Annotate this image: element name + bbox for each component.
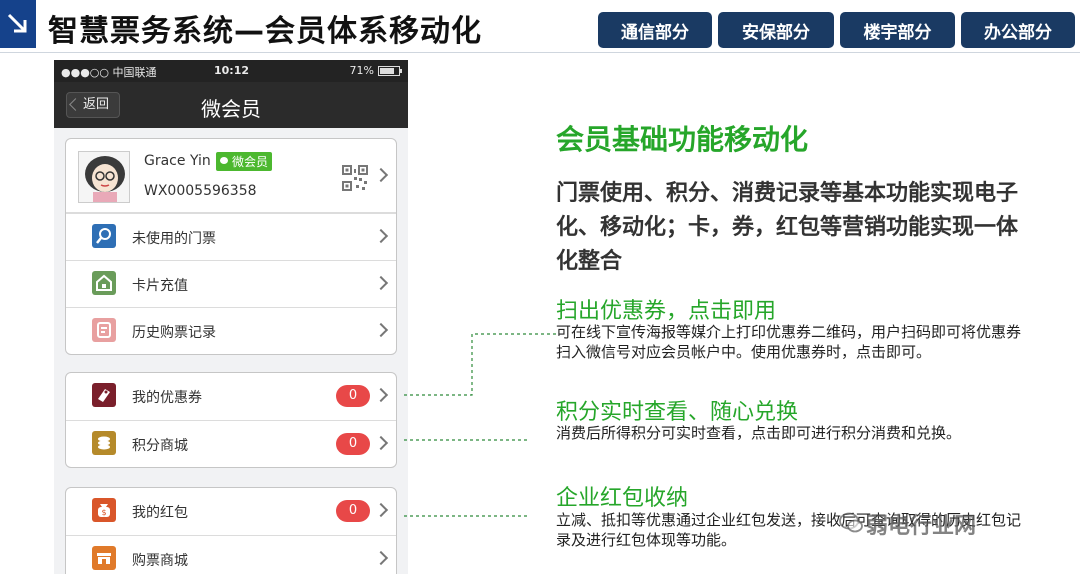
feature-body-points: 消费后所得积分可实时查看，点击即可进行积分消费和兑换。 [556, 424, 962, 442]
profile-card: Grace Yin 微会员 WX0005596358 未使用的门票 卡片充值 历… [65, 138, 397, 355]
shop-icon [92, 546, 116, 570]
tab-office[interactable]: 办公部分 [961, 12, 1075, 48]
tab-security[interactable]: 安保部分 [718, 12, 834, 48]
carrier-signal: ●●●○○ 中国联通 [61, 66, 157, 79]
count-badge: 0 [336, 385, 370, 407]
wechat-icon [839, 512, 863, 533]
chevron-right-icon [373, 435, 389, 451]
count-badge: 0 [336, 500, 370, 522]
tab-building[interactable]: 楼宇部分 [840, 12, 955, 48]
status-time: 10:12 [214, 64, 250, 77]
feature-title-points: 积分实时查看、随心兑换 [556, 400, 799, 425]
avatar [78, 151, 130, 203]
list-item-label: 未使用的门票 [132, 231, 216, 247]
list-item-points-mall[interactable]: 积分商城 0 [66, 420, 396, 467]
callout-lines [404, 333, 556, 517]
chevron-right-icon [373, 167, 389, 183]
chevron-right-icon [373, 322, 389, 338]
nav-title: 微会员 [201, 97, 261, 121]
list-item-label: 积分商城 [132, 438, 188, 454]
watermark: 弱电行业网 [866, 514, 977, 539]
section-headline: 会员基础功能移动化 [556, 123, 809, 156]
chevron-right-icon [373, 228, 389, 244]
arrow-down-right-icon [0, 0, 36, 48]
list-item-label: 我的红包 [132, 505, 188, 521]
list-item-unused-tickets[interactable]: 未使用的门票 [66, 213, 396, 260]
battery-icon [378, 66, 402, 76]
coupon-icon [92, 383, 116, 407]
list-item-my-coupons[interactable]: 我的优惠券 0 [66, 373, 396, 420]
feature-title-coupons: 扫出优惠券，点击即用 [556, 299, 777, 324]
member-id: WX0005596358 [144, 183, 257, 199]
user-name: Grace Yin [144, 153, 211, 169]
title-divider [0, 52, 1080, 53]
phone-screenshot: ●●●○○ 中国联通 10:12 71% 返回 微会员 Grace Yin 微会… [54, 60, 408, 574]
svg-text:$: $ [101, 508, 106, 517]
status-bar: ●●●○○ 中国联通 10:12 71% [54, 60, 408, 82]
points-icon [92, 431, 116, 455]
tab-communication[interactable]: 通信部分 [598, 12, 712, 48]
count-badge: 0 [336, 433, 370, 455]
feature-body-coupons: 可在线下宣传海报等媒介上打印优惠券二维码，用户扫码即可将优惠券扫入微信号对应会员… [556, 323, 1022, 361]
history-icon [92, 318, 116, 342]
feature-title-red-packets: 企业红包收纳 [556, 486, 689, 511]
list-item-ticket-shop[interactable]: 购票商城 [66, 535, 396, 574]
list-item-card-recharge[interactable]: 卡片充值 [66, 260, 396, 307]
wallet-card: $ 我的红包 0 购票商城 [65, 487, 397, 574]
list-item-label: 我的优惠券 [132, 390, 202, 406]
qr-code-icon[interactable] [342, 165, 368, 191]
chevron-right-icon [373, 387, 389, 403]
list-item-label: 历史购票记录 [132, 325, 216, 341]
chevron-right-icon [373, 550, 389, 566]
rewards-card: 我的优惠券 0 积分商城 0 [65, 372, 397, 468]
list-item-purchase-history[interactable]: 历史购票记录 [66, 307, 396, 354]
list-item-red-packets[interactable]: $ 我的红包 0 [66, 488, 396, 535]
chevron-right-icon [373, 275, 389, 291]
battery-percent: 71% [349, 64, 374, 77]
search-ticket-icon [92, 224, 116, 248]
page-title: 智慧票务系统—会员体系移动化 [48, 14, 482, 49]
list-item-label: 购票商城 [132, 553, 188, 569]
member-tag: 微会员 [216, 152, 273, 171]
nav-bar: 返回 微会员 [54, 82, 408, 128]
chevron-right-icon [373, 502, 389, 518]
card-recharge-icon [92, 271, 116, 295]
lead-paragraph: 门票使用、积分、消费记录等基本功能实现电子化、移动化；卡，券，红包等营销功能实现… [556, 181, 1019, 274]
red-packet-icon: $ [92, 498, 116, 522]
list-item-label: 卡片充值 [132, 278, 188, 294]
profile-row[interactable]: Grace Yin 微会员 WX0005596358 [66, 139, 396, 213]
